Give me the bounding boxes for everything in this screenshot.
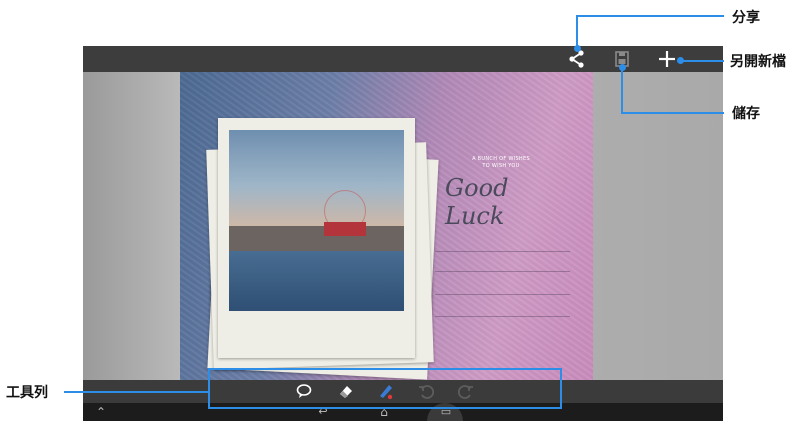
wish-line-2: TO WISH YOU (482, 163, 520, 169)
top-action-bar (83, 46, 723, 72)
app-screen: A BUNCH OF WISHES TO WISH YOU Good Luck (83, 46, 723, 421)
chevron-up-icon[interactable]: ⌃ (93, 403, 109, 421)
writing-line (435, 271, 570, 272)
callout-dot (619, 64, 626, 71)
writing-line (435, 251, 570, 252)
harbor-photo[interactable] (229, 130, 404, 311)
callout-dot (677, 57, 684, 64)
callout-share-label: 分享 (732, 10, 760, 26)
callout-dot (574, 45, 581, 52)
callout-line (64, 391, 208, 393)
callout-line (576, 15, 724, 17)
writing-line (435, 316, 570, 317)
callout-line (621, 66, 623, 113)
greeting-text[interactable]: Good Luck (445, 174, 575, 230)
photo-sea (229, 251, 404, 311)
toolbar-highlight-box (208, 368, 562, 409)
callout-line (680, 60, 724, 62)
wish-line-1: A BUNCH OF WISHES (472, 156, 530, 162)
writing-line (435, 294, 570, 295)
callout-save-label: 儲存 (732, 106, 760, 122)
photo-city (229, 226, 404, 252)
callout-save-as-new-label: 另開新檔 (730, 54, 786, 70)
red-building (324, 222, 366, 236)
plus-icon[interactable] (656, 48, 678, 70)
callout-line (621, 112, 724, 114)
callout-toolbar-label: 工具列 (6, 385, 48, 401)
callout-line (576, 15, 578, 48)
